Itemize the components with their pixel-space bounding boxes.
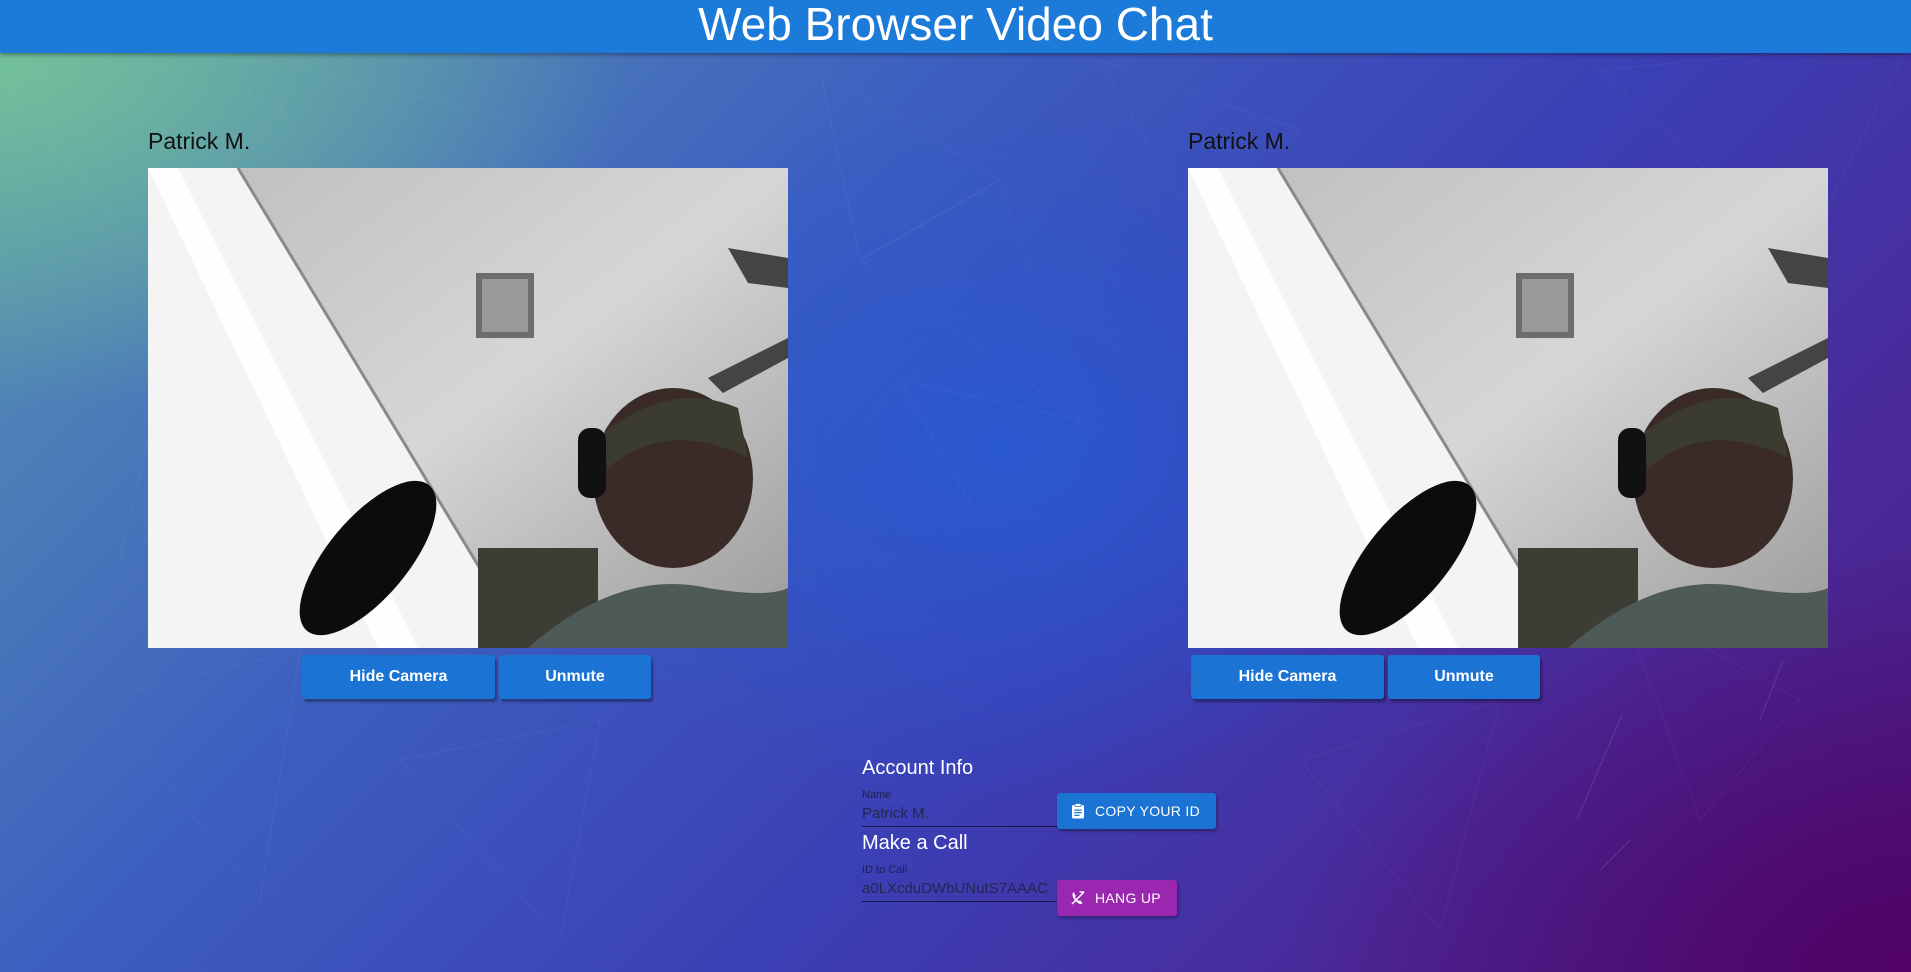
local-user-name: Patrick M. bbox=[148, 128, 251, 154]
hide-camera-button[interactable]: Hide Camera bbox=[302, 655, 495, 699]
local-video-panel: Patrick M. Hide Camera Unmute bbox=[148, 128, 790, 699]
id-to-call-input[interactable]: a0LXcduDWbUNutS7AAAC bbox=[862, 878, 1057, 901]
hang-up-button[interactable]: HANG UP bbox=[1057, 880, 1177, 916]
unmute-button[interactable]: Unmute bbox=[499, 655, 651, 699]
local-video bbox=[148, 168, 788, 648]
copy-id-button[interactable]: COPY YOUR ID bbox=[1057, 793, 1216, 829]
remote-video bbox=[1188, 168, 1828, 648]
page-title: Web Browser Video Chat bbox=[698, 0, 1213, 50]
id-to-call-label: ID to Call bbox=[862, 864, 908, 876]
make-call-heading: Make a Call bbox=[862, 832, 968, 854]
remote-video-controls: Hide Camera Unmute bbox=[1191, 655, 1540, 699]
account-panel: Account Info Name Patrick M. Make a Call… bbox=[862, 757, 1262, 916]
app-header: Web Browser Video Chat bbox=[0, 0, 1911, 53]
name-field-label: Name bbox=[862, 789, 892, 801]
camera-feed-image bbox=[148, 168, 788, 648]
name-field[interactable]: Name Patrick M. bbox=[862, 789, 1057, 827]
unmute-button[interactable]: Unmute bbox=[1388, 655, 1540, 699]
local-video-controls: Hide Camera Unmute bbox=[302, 655, 651, 699]
account-info-heading: Account Info bbox=[862, 757, 974, 779]
call-end-icon bbox=[1071, 891, 1085, 905]
hide-camera-button[interactable]: Hide Camera bbox=[1191, 655, 1384, 699]
clipboard-icon bbox=[1072, 803, 1084, 819]
remote-user-name: Patrick M. bbox=[1188, 128, 1291, 154]
name-input[interactable]: Patrick M. bbox=[862, 803, 1057, 826]
copy-id-label: COPY YOUR ID bbox=[1095, 803, 1200, 819]
remote-video-panel: Patrick M. Hide Camera Unmute bbox=[1188, 128, 1830, 699]
camera-feed-image bbox=[1188, 168, 1828, 648]
hang-up-label: HANG UP bbox=[1095, 890, 1161, 906]
id-to-call-field[interactable]: ID to Call a0LXcduDWbUNutS7AAAC bbox=[862, 864, 1057, 902]
